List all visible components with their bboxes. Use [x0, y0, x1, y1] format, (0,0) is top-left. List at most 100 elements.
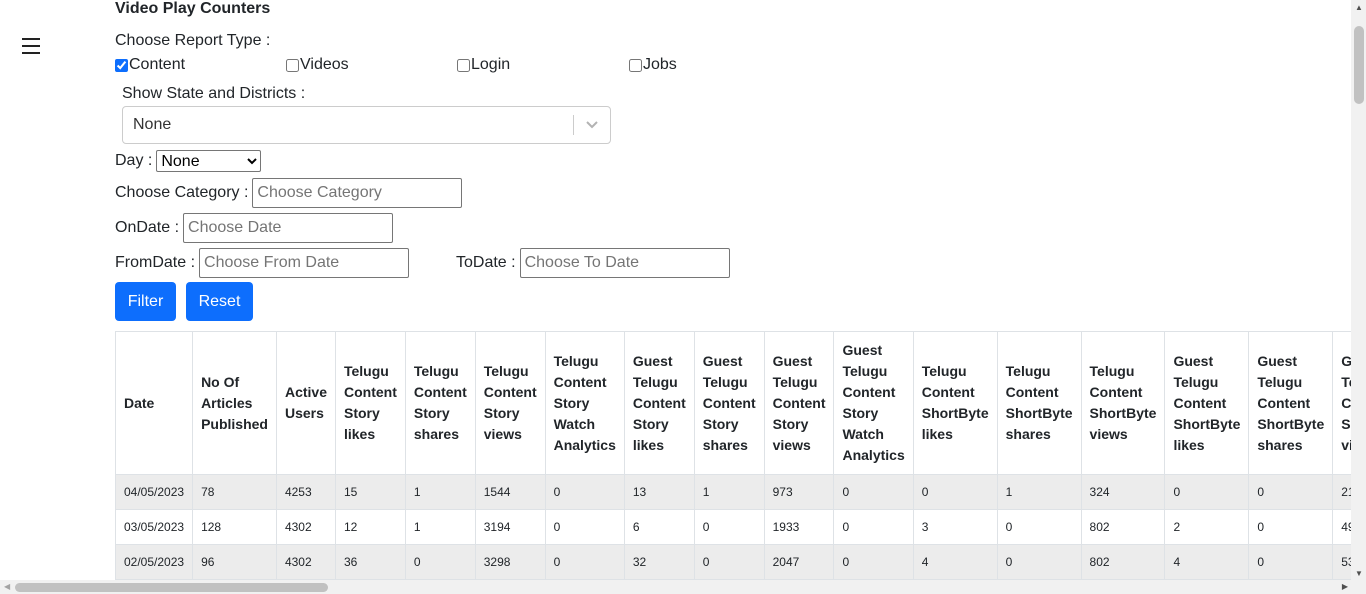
from-date-label: FromDate :	[115, 254, 196, 271]
jobs-checkbox-label: Jobs	[643, 56, 677, 73]
from-date-input[interactable]	[199, 248, 410, 278]
vertical-scroll-thumb[interactable]	[1354, 26, 1364, 104]
table-cell: 3	[912, 509, 998, 545]
column-header: Guest Telugu Content Story likes	[623, 331, 695, 475]
on-date-label: OnDate :	[115, 219, 180, 236]
table-cell: 214	[1332, 474, 1351, 510]
table-cell: 1933	[763, 509, 835, 545]
table-cell: 32	[623, 544, 695, 580]
table-cell: 3298	[474, 544, 546, 580]
table-cell: 0	[693, 544, 765, 580]
table-cell: 536	[1332, 544, 1351, 580]
day-select[interactable]: None	[156, 150, 262, 172]
table-cell: 6	[623, 509, 695, 545]
column-header: Date	[115, 331, 194, 475]
report-type-jobs-checkbox[interactable]: Jobs	[629, 56, 677, 74]
table-cell: 128	[192, 509, 277, 545]
table-cell: 4253	[275, 474, 336, 510]
column-header: Guest Telugu Content Story shares	[693, 331, 765, 475]
table-cell: 1	[996, 474, 1082, 510]
vertical-scrollbar[interactable]: ▲ ▼	[1351, 0, 1366, 580]
from-date-row: FromDate :	[115, 248, 410, 278]
horizontal-scrollbar[interactable]: ◀ ▶	[0, 580, 1366, 594]
table-cell: 1	[693, 474, 765, 510]
table-cell: 0	[1248, 509, 1334, 545]
report-type-login-checkbox[interactable]: Login	[457, 56, 510, 74]
column-header: Telugu Content Story views	[474, 331, 546, 475]
filter-button[interactable]: Filter	[115, 282, 176, 321]
videos-checkbox-input[interactable]	[286, 58, 299, 72]
chevron-down-icon[interactable]	[574, 120, 610, 130]
table-cell: 04/05/2023	[115, 474, 194, 510]
table-cell: 4	[912, 544, 998, 580]
horizontal-scroll-thumb[interactable]	[15, 583, 328, 592]
jobs-checkbox-input[interactable]	[629, 58, 642, 72]
scroll-right-icon[interactable]: ▶	[1342, 582, 1348, 591]
table-cell: 96	[192, 544, 277, 580]
table-cell: 0	[1248, 474, 1334, 510]
on-date-input[interactable]	[183, 213, 394, 243]
table-cell: 0	[1164, 474, 1250, 510]
column-header: Telugu Content Story shares	[404, 331, 476, 475]
table-cell: 0	[404, 544, 476, 580]
table-cell: 0	[996, 509, 1082, 545]
table-cell: 324	[1080, 474, 1166, 510]
table-cell: 0	[693, 509, 765, 545]
column-header: Telugu Content Story likes	[334, 331, 406, 475]
column-header: Active Users	[275, 331, 336, 475]
table-cell: 1	[404, 509, 476, 545]
main-content: Video Play Counters Choose Report Type :…	[115, 0, 1351, 580]
on-date-row: OnDate :	[115, 213, 394, 243]
column-header: Telugu Content ShortByte views	[1080, 331, 1166, 475]
table-cell: 0	[544, 544, 625, 580]
table-cell: 0	[1248, 544, 1334, 580]
table-body: 04/05/2023784253151154401319730013240021…	[115, 474, 1351, 580]
table-cell: 13	[623, 474, 695, 510]
report-type-videos-checkbox[interactable]: Videos	[286, 56, 349, 74]
table-cell: 4302	[275, 544, 336, 580]
scroll-left-icon[interactable]: ◀	[4, 582, 10, 591]
table-cell: 03/05/2023	[115, 509, 194, 545]
report-table-container[interactable]: Date No Of Articles Published Active Users…	[115, 331, 1351, 580]
hamburger-menu-icon[interactable]	[22, 38, 40, 54]
day-label: Day :	[115, 152, 153, 169]
column-header: Guest Telugu Content Story Watch Analyti…	[833, 331, 914, 475]
reset-button[interactable]: Reset	[186, 282, 253, 321]
category-input[interactable]	[252, 178, 463, 208]
table-cell: 802	[1080, 509, 1166, 545]
table-cell: 1544	[474, 474, 546, 510]
table-cell: 0	[833, 509, 914, 545]
table-cell: 3194	[474, 509, 546, 545]
state-districts-select[interactable]: None	[122, 106, 611, 144]
column-header: Guest Telugu Content Story views	[763, 331, 835, 475]
column-header: Guest Telugu Content ShortByte shares	[1248, 331, 1334, 475]
table-cell: 0	[544, 474, 625, 510]
table-cell: 0	[912, 474, 998, 510]
report-type-content-checkbox[interactable]: Content	[115, 56, 185, 74]
table-cell: 4	[1164, 544, 1250, 580]
day-row: Day : None	[115, 150, 262, 172]
column-header: Telugu Content ShortByte likes	[912, 331, 998, 475]
category-row: Choose Category :	[115, 178, 463, 208]
table-cell: 0	[833, 544, 914, 580]
table-cell: 2	[1164, 509, 1250, 545]
scroll-up-icon[interactable]: ▲	[1355, 3, 1363, 12]
table-cell: 02/05/2023	[115, 544, 194, 580]
login-checkbox-label: Login	[471, 56, 511, 73]
content-checkbox-input[interactable]	[115, 58, 128, 72]
table-row: 04/05/2023784253151154401319730013240021…	[115, 474, 1351, 510]
to-date-input[interactable]	[519, 248, 730, 278]
column-header: Guest Telugu Content ShortByte views	[1332, 331, 1351, 475]
content-checkbox-label: Content	[129, 56, 186, 73]
table-cell: 0	[544, 509, 625, 545]
table-cell: 973	[763, 474, 835, 510]
scroll-down-icon[interactable]: ▼	[1355, 569, 1363, 578]
table-cell: 12	[334, 509, 406, 545]
category-label: Choose Category :	[115, 184, 249, 201]
table-cell: 0	[833, 474, 914, 510]
table-cell: 496	[1332, 509, 1351, 545]
column-header: No Of Articles Published	[192, 331, 277, 475]
table-cell: 4302	[275, 509, 336, 545]
report-table: Date No Of Articles Published Active Users…	[115, 331, 1351, 580]
login-checkbox-input[interactable]	[457, 58, 470, 72]
